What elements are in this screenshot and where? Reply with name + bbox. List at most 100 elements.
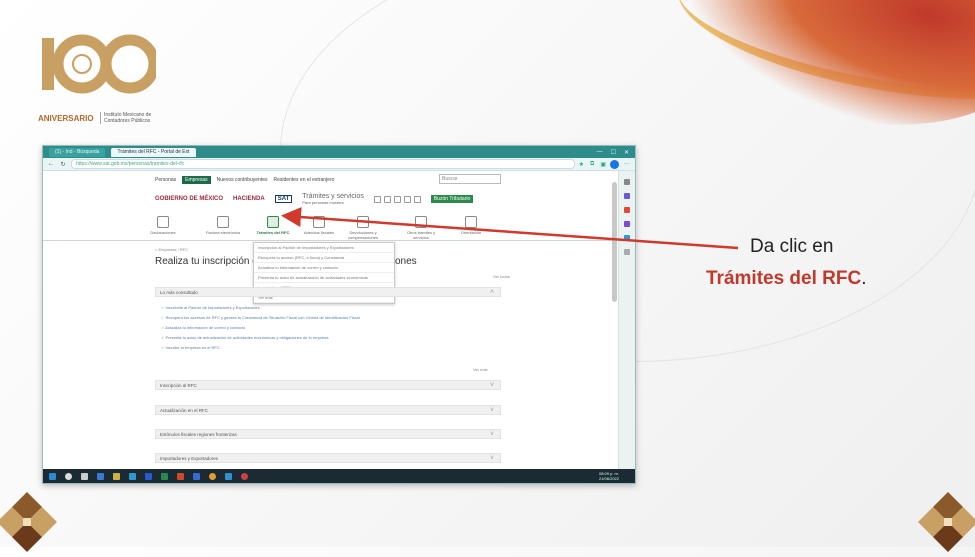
- maximize-icon[interactable]: ☐: [611, 149, 616, 156]
- instagram-icon[interactable]: [403, 195, 411, 203]
- close-icon[interactable]: ✕: [624, 149, 629, 156]
- outlook-icon[interactable]: [193, 472, 200, 480]
- faq-link[interactable]: Inscribe tu empresa en el RFC: [161, 345, 219, 350]
- system-clock[interactable]: 08:09 p. m. 21/06/2022: [599, 471, 635, 481]
- accordion-most-consulted[interactable]: Lo más consultado ˄: [155, 287, 501, 297]
- accordion-label: Lo más consultado: [160, 290, 198, 295]
- tramites-subtitle: Para personas morales: [302, 200, 344, 205]
- sat-webpage: Personas Empresas Nuevos contribuyentes …: [43, 171, 619, 469]
- accordion-estimulos[interactable]: Estímulos fiscales regiones fronterizas …: [155, 429, 501, 439]
- app-icon[interactable]: [225, 472, 232, 480]
- faq-link[interactable]: Recupera tus accesos de RFC y genera tu …: [161, 315, 359, 320]
- dropdown-item[interactable]: Actualiza tu información de correo y con…: [254, 263, 394, 273]
- profile-avatar[interactable]: [610, 159, 619, 169]
- dropdown-item[interactable]: Presenta tu aviso de actualización de ac…: [254, 273, 394, 283]
- favorite-icon[interactable]: ★: [579, 161, 584, 168]
- callout-target-text: Trámites del RFC: [706, 268, 862, 289]
- edge-icon[interactable]: [129, 472, 136, 480]
- add-icon[interactable]: [624, 249, 630, 255]
- dropdown-item[interactable]: Recupera tu acceso (RFC, e.firma) y Cons…: [254, 253, 394, 263]
- nav-adeudos[interactable]: Adeudos fiscales: [299, 216, 339, 235]
- app-icon[interactable]: [241, 472, 248, 480]
- page-title-end: ones: [395, 256, 417, 267]
- nav-tramites-rfc[interactable]: Trámites del RFC: [253, 216, 293, 235]
- extensions-icon[interactable]: ⧉: [590, 161, 594, 168]
- topnav-personas[interactable]: Personas: [155, 177, 176, 183]
- buzon-tributario-button[interactable]: Buzón Tributario: [430, 195, 474, 203]
- nav-label: Trámites del RFC: [256, 230, 290, 235]
- refresh-icon[interactable]: ↻: [59, 161, 67, 168]
- browser-tabbar: (1) - Ind - Búsqueda Trámites del RFC - …: [43, 146, 635, 158]
- explorer-icon[interactable]: [113, 472, 120, 480]
- app-icon[interactable]: [97, 472, 104, 480]
- faq-link[interactable]: Actualiza tu información de correo y con…: [161, 325, 245, 330]
- chevron-down-icon: ˅: [489, 407, 494, 414]
- topnav-residentes[interactable]: Residentes en el extranjero: [274, 177, 335, 183]
- factura-icon: [217, 216, 229, 228]
- start-icon[interactable]: [49, 472, 56, 480]
- twitter-icon[interactable]: [383, 195, 391, 203]
- window-controls: — ☐ ✕: [597, 149, 635, 156]
- accordion-label: Actualización en el RFC: [160, 408, 209, 413]
- nav-devoluciones[interactable]: Devoluciones y compensaciones: [343, 216, 383, 240]
- nav-orientacion[interactable]: Orientación: [451, 216, 491, 235]
- declaraciones-icon: [157, 216, 169, 228]
- nav-label: Adeudos fiscales: [303, 230, 335, 235]
- adeudos-icon: [313, 216, 325, 228]
- site-search-input[interactable]: Buscar: [439, 174, 501, 184]
- chevron-up-icon: ˄: [489, 289, 494, 296]
- back-icon[interactable]: ←: [47, 161, 55, 167]
- accordion-inscripcion[interactable]: Inscripción al RFC ˅: [155, 380, 501, 390]
- url-field[interactable]: https://www.sat.gob.mx/personas/tramites…: [71, 159, 575, 169]
- site-topnav: Personas Empresas Nuevos contribuyentes …: [155, 176, 334, 184]
- nav-label: Otros trámites y servicios: [406, 230, 436, 240]
- powerpoint-icon[interactable]: [177, 472, 184, 480]
- faq-link[interactable]: Inscríbete al Padrón de Importadores y E…: [161, 305, 259, 310]
- institute-label: Instituto Mexicano de Contadores Público…: [100, 112, 164, 124]
- address-bar: ← ↻ https://www.sat.gob.mx/personas/tram…: [43, 158, 635, 171]
- more-icon[interactable]: ···: [623, 161, 631, 167]
- nav-otros[interactable]: Otros trámites y servicios: [401, 216, 441, 240]
- browser-toolbar-icons: ★ ⧉ ▣: [579, 161, 606, 168]
- rfc-icon: [267, 216, 279, 228]
- minimize-icon[interactable]: —: [597, 149, 603, 156]
- facebook-icon[interactable]: [373, 195, 381, 203]
- excel-icon[interactable]: [161, 472, 168, 480]
- sat-logo: SAT: [274, 195, 293, 203]
- chevron-down-icon: ˅: [489, 382, 494, 389]
- outlook-icon[interactable]: [624, 235, 630, 241]
- office-icon[interactable]: [624, 207, 630, 213]
- accordion-label: Inscripción al RFC: [160, 383, 197, 388]
- devoluciones-icon: [357, 216, 369, 228]
- games-icon[interactable]: [624, 221, 630, 227]
- faq-link[interactable]: Presenta tu aviso de actualización de ac…: [161, 335, 328, 340]
- nav-label: Factura electrónica: [205, 230, 240, 235]
- nav-factura[interactable]: Factura electrónica: [203, 216, 243, 235]
- chrome-icon[interactable]: [209, 472, 216, 480]
- taskview-icon[interactable]: [81, 472, 88, 480]
- see-more-link[interactable]: Ver más: [473, 367, 488, 372]
- collections-icon[interactable]: ▣: [600, 161, 606, 168]
- orientacion-icon: [465, 216, 477, 228]
- topnav-empresas[interactable]: Empresas: [182, 176, 211, 184]
- page-scrollbar[interactable]: [612, 182, 617, 302]
- word-icon[interactable]: [145, 472, 152, 480]
- youtube-icon[interactable]: [393, 195, 401, 203]
- expand-all-link[interactable]: Ver todos: [493, 274, 510, 279]
- accordion-importadores[interactable]: Importadores y Exportadores ˅: [155, 453, 501, 463]
- browser-tab[interactable]: (1) - Ind - Búsqueda: [49, 147, 106, 157]
- accordion-actualizacion[interactable]: Actualización en el RFC ˅: [155, 405, 501, 415]
- breadcrumb[interactable]: < Empresas / RFC: [155, 247, 188, 252]
- nav-label: Orientación: [460, 230, 482, 235]
- nav-declaraciones[interactable]: Declaraciones: [143, 216, 183, 235]
- browser-tab-active[interactable]: Trámites del RFC - Portal de Ext: [111, 147, 196, 157]
- tools-icon[interactable]: [624, 193, 630, 199]
- gobierno-logo: GOBIERNO DE MÉXICO: [155, 196, 224, 202]
- social-icons: [373, 195, 421, 203]
- search-icon[interactable]: [624, 179, 630, 185]
- topnav-nuevos[interactable]: Nuevos contribuyentes: [217, 177, 268, 183]
- clock-date: 21/06/2022: [598, 476, 619, 481]
- phone-icon[interactable]: [413, 195, 421, 203]
- dropdown-item[interactable]: Inscripción al Padrón de Importadores y …: [254, 243, 394, 253]
- search-icon[interactable]: [65, 472, 72, 480]
